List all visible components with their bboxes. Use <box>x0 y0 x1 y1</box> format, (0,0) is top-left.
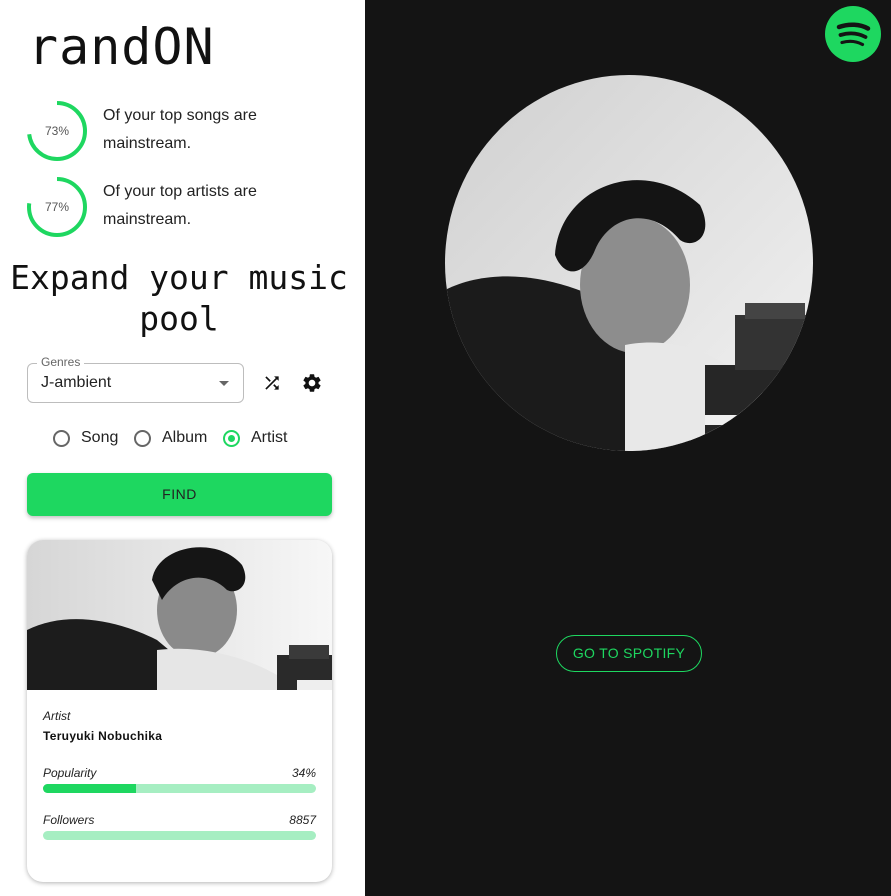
genres-select[interactable]: Genres J-ambient <box>27 355 244 403</box>
radio-artist-label: Artist <box>251 429 288 446</box>
left-panel: randON 73% Of your top songs are mainstr… <box>0 0 365 896</box>
shuffle-icon <box>265 376 279 390</box>
radio-song-circle <box>53 429 70 447</box>
artist-image <box>445 75 813 451</box>
shuffle-button[interactable] <box>259 370 285 396</box>
radio-album-circle <box>134 429 151 447</box>
followers-value: 8857 <box>289 813 316 827</box>
stat-percent: 77% <box>44 200 70 214</box>
radio-album[interactable]: Album <box>134 427 207 449</box>
app-logo: randON <box>28 18 215 76</box>
popularity-value: 34% <box>291 766 316 780</box>
gear-icon <box>303 374 321 392</box>
stat-top-songs: 73% Of your top songs are mainstream. <box>26 100 346 162</box>
popularity-label: Popularity <box>43 766 97 780</box>
radio-song-label: Song <box>81 429 119 446</box>
radio-song[interactable]: Song <box>53 427 118 449</box>
go-to-spotify-button[interactable]: GO TO SPOTIFY <box>556 635 702 672</box>
stat-percent: 73% <box>44 124 70 138</box>
stat-top-artists: 77% Of your top artists are mainstream. <box>26 176 346 238</box>
result-name: Teruyuki Nobuchika <box>43 729 163 743</box>
radio-artist-circle <box>223 429 240 447</box>
find-button[interactable]: FIND <box>27 473 332 516</box>
spotify-logo[interactable] <box>825 6 881 62</box>
radio-artist[interactable]: Artist <box>223 427 287 449</box>
stat-text: Of your top songs are mainstream. <box>103 107 257 152</box>
genres-value: J-ambient <box>41 374 112 391</box>
followers-label: Followers <box>43 813 95 827</box>
genres-label: Genres <box>37 355 85 369</box>
stat-text: Of your top artists are mainstream. <box>103 183 257 228</box>
result-card: Artist Teruyuki Nobuchika Popularity 34%… <box>27 540 332 882</box>
result-kind: Artist <box>43 709 71 723</box>
popularity-bar-fill <box>43 784 136 793</box>
headline: Expand your music pool <box>10 258 348 338</box>
right-panel: GO TO SPOTIFY <box>365 0 891 896</box>
followers-bar <box>43 831 316 840</box>
popularity-bar <box>43 784 316 793</box>
caret-down-icon <box>219 381 229 386</box>
settings-button[interactable] <box>299 370 325 396</box>
artist-photo[interactable] <box>27 540 332 690</box>
radio-album-label: Album <box>162 429 208 446</box>
